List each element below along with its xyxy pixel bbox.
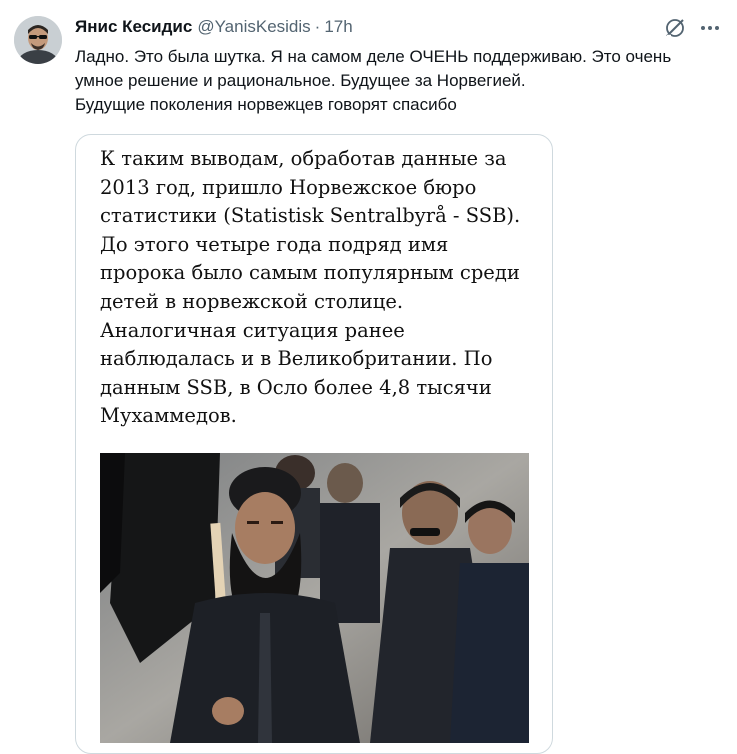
grok-icon[interactable] xyxy=(664,17,686,39)
header-separator: · xyxy=(314,17,321,36)
timestamp[interactable]: 17h xyxy=(324,17,352,37)
author-name[interactable]: Янис Кесидис xyxy=(75,17,192,37)
tweet[interactable]: Янис Кесидис @YanisKesidis · 17h Ладно. … xyxy=(0,0,737,754)
tweet-header: Янис Кесидис @YanisKesidis · 17h xyxy=(75,16,353,38)
tweet-media[interactable]: К таким выводам, обработав данные за 201… xyxy=(75,134,553,754)
author-handle[interactable]: @YanisKesidis xyxy=(197,17,310,37)
more-options-icon[interactable] xyxy=(698,18,722,38)
article-photo[interactable] xyxy=(100,453,529,743)
tweet-text: Ладно. Это была шутка. Я на самом деле О… xyxy=(75,47,672,114)
article-screenshot-text: К таким выводам, обработав данные за 201… xyxy=(100,147,521,428)
avatar[interactable] xyxy=(14,16,62,64)
